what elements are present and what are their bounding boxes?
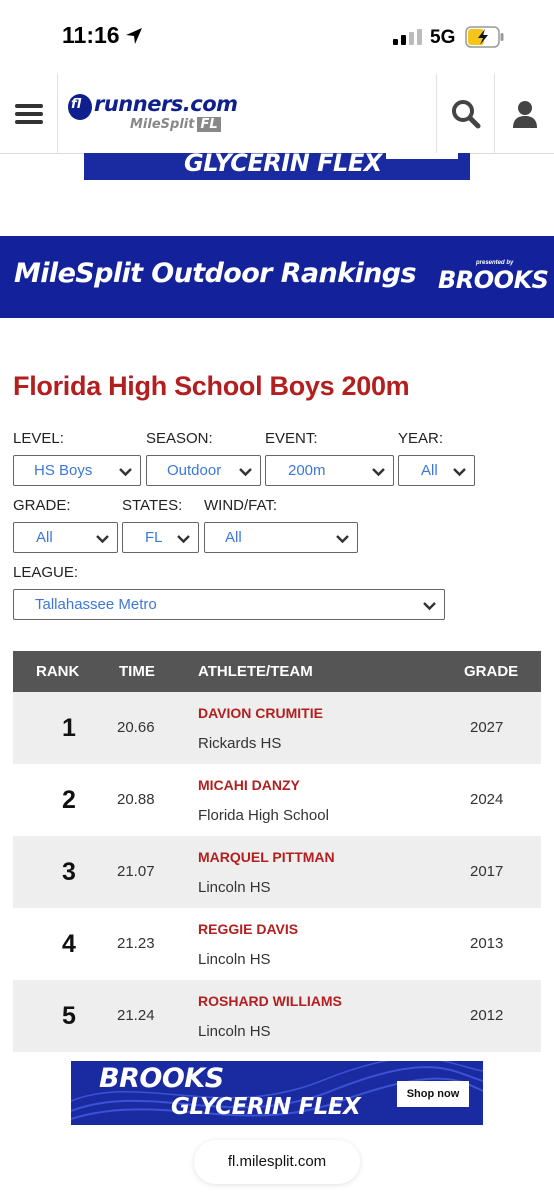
rank-cell: 1	[62, 714, 76, 742]
logo-text: runners.com	[94, 92, 238, 116]
ad-bottom-product: GLYCERIN FLEX	[171, 1094, 361, 1120]
rank-cell: 2	[62, 786, 76, 814]
rankings-banner: MileSplit Outdoor Rankings presented by …	[0, 236, 554, 318]
level-label: LEVEL:	[13, 430, 64, 447]
table-header: RANK TIME ATHLETE/TEAM GRADE	[13, 651, 541, 692]
grade-cell: 2024	[470, 791, 504, 808]
wind-value: All	[225, 529, 242, 546]
banner-sponsor-logo: BROOKS	[438, 266, 549, 294]
table-row: 4 21.23 REGGIE DAVIS Lincoln HS 2013	[13, 908, 541, 980]
chevron-down-icon	[119, 468, 132, 477]
grade-select[interactable]: All	[13, 522, 118, 553]
athlete-link[interactable]: ROSHARD WILLIAMS	[198, 993, 342, 1009]
time-cell: 20.88	[117, 791, 155, 808]
hamburger-icon	[14, 100, 43, 128]
chevron-down-icon	[96, 535, 109, 544]
year-value: All	[421, 462, 438, 479]
table-row: 5 21.24 ROSHARD WILLIAMS Lincoln HS 2012	[13, 980, 541, 1052]
site-header: fl runners.com MileSplit FL	[0, 74, 554, 154]
header-time: TIME	[119, 663, 155, 680]
grade-value: All	[36, 529, 53, 546]
year-select[interactable]: All	[398, 455, 475, 486]
header-rank: RANK	[36, 663, 80, 680]
grade-cell: 2013	[470, 935, 504, 952]
logo-subtext: MileSplit FL	[130, 117, 221, 132]
athlete-link[interactable]: REGGIE DAVIS	[198, 921, 298, 937]
athlete-link[interactable]: MICAHI DANZY	[198, 777, 300, 793]
level-value: HS Boys	[34, 462, 93, 479]
location-arrow-icon	[126, 28, 142, 44]
search-button[interactable]	[436, 74, 494, 154]
ad-banner-top[interactable]: GLYCERIN FLEX	[84, 153, 470, 180]
ad-banner-bottom[interactable]: BROOKS GLYCERIN FLEX Shop now	[71, 1061, 483, 1125]
network-type: 5G	[430, 27, 456, 48]
league-value: Tallahassee Metro	[35, 596, 157, 613]
team-link[interactable]: Lincoln HS	[198, 1023, 271, 1040]
athlete-link[interactable]: MARQUEL PITTMAN	[198, 849, 335, 865]
chevron-down-icon	[239, 468, 252, 477]
rankings-table: RANK TIME ATHLETE/TEAM GRADE 1 20.66 DAV…	[13, 651, 541, 1052]
chevron-down-icon	[453, 468, 466, 477]
season-label: SEASON:	[146, 430, 213, 447]
site-logo[interactable]: fl runners.com MileSplit FL	[68, 92, 238, 138]
menu-button[interactable]	[0, 74, 58, 154]
wind-label: WIND/FAT:	[204, 497, 278, 514]
season-select[interactable]: Outdoor	[146, 455, 261, 486]
address-bar[interactable]: fl.milesplit.com	[194, 1140, 360, 1184]
grade-cell: 2012	[470, 1007, 504, 1024]
season-value: Outdoor	[167, 462, 222, 479]
header-grade: GRADE	[464, 663, 519, 680]
grade-cell: 2017	[470, 863, 504, 880]
rank-cell: 3	[62, 858, 76, 886]
team-link[interactable]: Florida High School	[198, 807, 329, 824]
signal-strength-icon	[393, 29, 422, 45]
account-button[interactable]	[494, 74, 554, 154]
time-cell: 21.23	[117, 935, 155, 952]
user-icon	[512, 101, 537, 128]
chevron-down-icon	[177, 535, 190, 544]
league-label: LEAGUE:	[13, 564, 79, 581]
ad-top-shop-button[interactable]	[386, 153, 458, 159]
team-link[interactable]: Lincoln HS	[198, 879, 271, 896]
battery-charging-icon	[465, 26, 504, 48]
logo-badge: fl	[68, 94, 92, 120]
event-label: EVENT:	[265, 430, 318, 447]
search-icon	[451, 100, 480, 129]
rank-cell: 4	[62, 930, 76, 958]
chevron-down-icon	[336, 535, 349, 544]
ad-top-text: GLYCERIN FLEX	[184, 153, 382, 177]
wind-select[interactable]: All	[204, 522, 358, 553]
states-value: FL	[145, 529, 163, 546]
table-row: 1 20.66 DAVION CRUMITIE Rickards HS 2027	[13, 692, 541, 764]
header-athlete: ATHLETE/TEAM	[198, 663, 313, 680]
athlete-link[interactable]: DAVION CRUMITIE	[198, 705, 323, 721]
grade-label: GRADE:	[13, 497, 71, 514]
team-link[interactable]: Lincoln HS	[198, 951, 271, 968]
time-cell: 20.66	[117, 719, 155, 736]
status-time: 11:16	[62, 22, 120, 48]
rank-cell: 5	[62, 1002, 76, 1030]
grade-cell: 2027	[470, 719, 504, 736]
status-bar: 11:16 5G	[0, 0, 554, 74]
banner-title: MileSplit Outdoor Rankings	[14, 258, 417, 289]
table-row: 2 20.88 MICAHI DANZY Florida High School…	[13, 764, 541, 836]
league-select[interactable]: Tallahassee Metro	[13, 589, 445, 620]
chevron-down-icon	[372, 468, 385, 477]
shop-now-button[interactable]: Shop now	[397, 1081, 469, 1107]
chevron-down-icon	[423, 602, 436, 611]
page-title: Florida High School Boys 200m	[13, 371, 410, 401]
time-cell: 21.24	[117, 1007, 155, 1024]
ad-bottom-brand: BROOKS	[99, 1063, 224, 1094]
event-value: 200m	[288, 462, 326, 479]
table-row: 3 21.07 MARQUEL PITTMAN Lincoln HS 2017	[13, 836, 541, 908]
states-label: STATES:	[122, 497, 183, 514]
year-label: YEAR:	[398, 430, 444, 447]
states-select[interactable]: FL	[122, 522, 199, 553]
time-cell: 21.07	[117, 863, 155, 880]
team-link[interactable]: Rickards HS	[198, 735, 281, 752]
event-select[interactable]: 200m	[265, 455, 394, 486]
level-select[interactable]: HS Boys	[13, 455, 141, 486]
